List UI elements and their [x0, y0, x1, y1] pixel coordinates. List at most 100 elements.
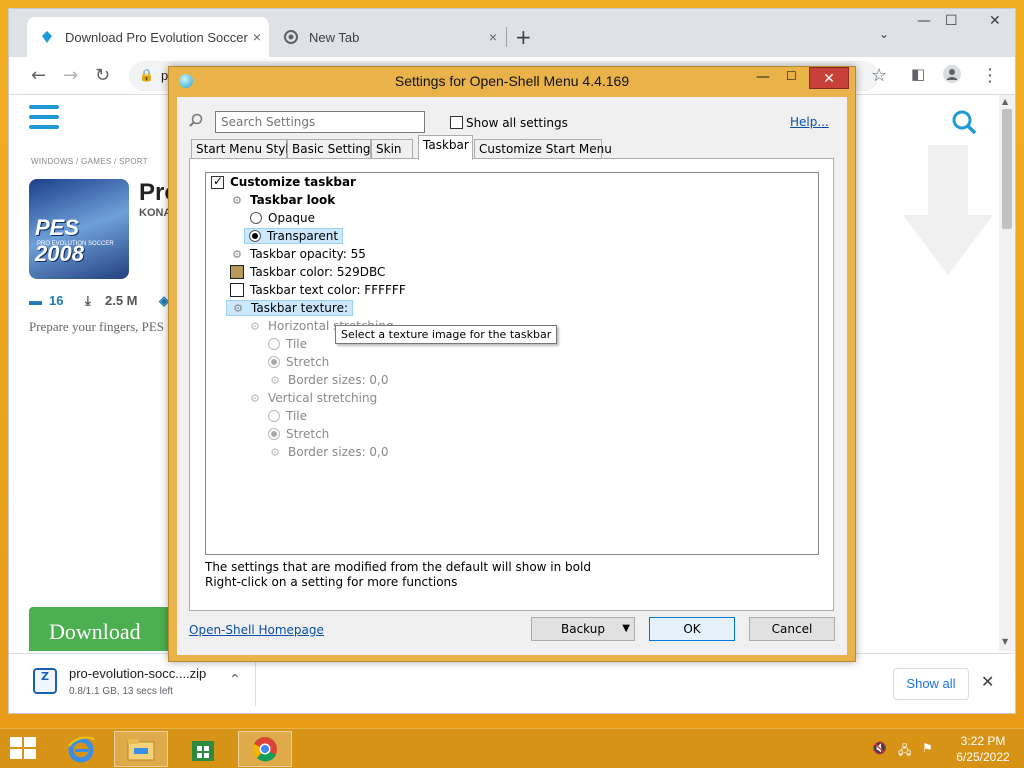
vertical-tile-label: Tile [286, 409, 308, 423]
tab-skin[interactable]: Skin [371, 139, 413, 159]
windows-logo-pane [24, 749, 36, 759]
taskbar-color-row[interactable]: Taskbar color: 529DBC [230, 263, 385, 281]
checkbox-checked[interactable] [211, 174, 224, 189]
back-icon[interactable]: ← [31, 65, 46, 86]
vertical-stretching-row[interactable]: ⚙ Vertical stretching [248, 389, 377, 407]
system-clock[interactable]: 3:22 PM 6/25/2022 [950, 733, 1016, 765]
hamburger-menu-icon[interactable] [29, 105, 59, 135]
scroll-down-icon[interactable]: ▼ [1002, 637, 1008, 646]
dialog-body: Show all settings Help... Start Menu Sty… [177, 97, 847, 655]
setting-gear-icon: ⚙ [250, 319, 260, 333]
radio-unselected[interactable] [268, 410, 280, 422]
forward-icon[interactable]: → [63, 65, 78, 86]
show-all-settings-checkbox[interactable]: Show all settings [447, 115, 568, 130]
opaque-radio[interactable]: Opaque [250, 209, 315, 227]
bold-settings-note: The settings that are modified from the … [205, 560, 591, 574]
horizontal-stretch-radio[interactable]: Stretch [268, 353, 329, 371]
download-item[interactable]: Z pro-evolution-socc....zip 0.8/1.1 GB, … [33, 662, 253, 706]
tab-search-icon[interactable]: ⌄ [879, 27, 889, 41]
taskbar-text-color-swatch[interactable] [230, 283, 244, 297]
tab-customize-start-menu[interactable]: Customize Start Menu [474, 139, 612, 159]
window-close-icon[interactable]: ✕ [989, 13, 1001, 29]
setting-gear-icon: ⚙ [270, 373, 280, 387]
maximize-icon[interactable]: ☐ [945, 13, 958, 29]
vertical-stretching-label: Vertical stretching [268, 391, 378, 405]
side-panel-icon[interactable]: ◧ [911, 65, 925, 83]
selection-highlight: Transparent [244, 228, 344, 244]
open-shell-homepage-link[interactable]: Open-Shell Homepage [189, 623, 324, 637]
tab-close-icon[interactable]: × [489, 29, 497, 45]
site-search-icon[interactable] [951, 109, 977, 142]
horizontal-tile-label: Tile [286, 337, 308, 351]
tab-new-tab[interactable]: New Tab × [271, 17, 505, 57]
action-center-icon[interactable]: ⚑ [922, 741, 933, 755]
tab-basic-settings[interactable]: Basic Settings [287, 139, 377, 159]
radio-selected[interactable] [268, 428, 280, 440]
tab-download-pes[interactable]: Download Pro Evolution Soccer 2 × [27, 17, 269, 57]
search-settings-input[interactable] [215, 111, 425, 133]
reload-icon[interactable]: ↻ [95, 65, 110, 86]
help-link[interactable]: Help... [790, 115, 829, 129]
tab-close-icon[interactable]: × [253, 29, 261, 45]
browser-menu-icon[interactable]: ⋮ [981, 65, 999, 86]
minimize-icon[interactable]: — [917, 13, 931, 29]
chrome-taskbar-icon[interactable] [238, 731, 292, 767]
scroll-up-icon[interactable]: ▲ [1002, 97, 1008, 106]
radio-unselected[interactable] [250, 212, 262, 224]
checkbox-unchecked[interactable] [450, 116, 463, 129]
tab-start-menu-style[interactable]: Start Menu Style [191, 139, 296, 159]
windows-logo-pane [10, 749, 22, 759]
tab-taskbar[interactable]: Taskbar [418, 135, 473, 160]
clock-date: 6/25/2022 [956, 750, 1010, 764]
comments-icon[interactable]: ▬ [29, 293, 42, 308]
comments-count[interactable]: 16 [49, 293, 63, 308]
dialog-title: Settings for Open-Shell Menu 4.4.169 [394, 73, 630, 89]
taskbar-opacity-row[interactable]: ⚙ Taskbar opacity: 55 [230, 245, 366, 263]
radio-selected[interactable] [268, 356, 280, 368]
vertical-border-sizes-row[interactable]: ⚙ Border sizes: 0,0 [268, 443, 388, 461]
chrome-favicon-icon [283, 29, 299, 45]
dialog-close-button[interactable]: ✕ [809, 67, 849, 89]
ok-button[interactable]: OK [649, 617, 735, 641]
bookmark-star-icon[interactable]: ☆ [871, 65, 887, 86]
vertical-tile-radio[interactable]: Tile [268, 407, 307, 425]
profile-avatar-icon[interactable] [943, 65, 961, 88]
game-thumbnail[interactable]: PES 2008 PRO EVOLUTION SOCCER [29, 179, 129, 279]
radio-unselected[interactable] [268, 338, 280, 350]
network-icon[interactable]: 🖧 [898, 741, 911, 762]
breadcrumb[interactable]: WINDOWS / GAMES / SPORT [31, 157, 148, 166]
new-tab-button[interactable]: + [515, 25, 532, 49]
taskbar-texture-row[interactable]: ⚙ Taskbar texture: [226, 299, 354, 317]
taskbar-color-swatch[interactable] [230, 265, 244, 279]
backup-button[interactable]: Backup ▼ [531, 617, 635, 641]
close-download-shelf-icon[interactable]: ✕ [981, 672, 994, 691]
texture-tooltip: Select a texture image for the taskbar [335, 325, 558, 344]
dialog-minimize-icon[interactable]: — [756, 69, 770, 85]
radio-selected[interactable] [249, 230, 261, 242]
taskbar-texture-label: Taskbar texture: [251, 301, 349, 315]
show-all-downloads-button[interactable]: Show all [893, 668, 969, 700]
vertical-stretch-radio[interactable]: Stretch [268, 425, 329, 443]
settings-dialog: Settings for Open-Shell Menu 4.4.169 — ☐… [168, 66, 856, 662]
customize-taskbar-row[interactable]: Customize taskbar [211, 173, 356, 191]
chevron-up-icon[interactable]: ⌃ [229, 672, 241, 688]
taskbar-text-color-row[interactable]: Taskbar text color: FFFFFF [230, 281, 406, 299]
horizontal-border-sizes-row[interactable]: ⚙ Border sizes: 0,0 [268, 371, 388, 389]
internet-explorer-icon[interactable] [54, 731, 108, 767]
transparent-radio[interactable]: Transparent [244, 227, 344, 245]
download-button-label: Download [49, 619, 141, 644]
page-scrollbar[interactable]: ▲ ▼ [999, 95, 1015, 651]
horizontal-tile-radio[interactable]: Tile [268, 335, 307, 353]
taskbar-look-row[interactable]: ⚙ Taskbar look [230, 191, 335, 209]
dialog-titlebar[interactable]: Settings for Open-Shell Menu 4.4.169 — ☐… [169, 67, 855, 95]
store-icon[interactable] [176, 731, 230, 767]
taskbar-opacity-label: Taskbar opacity: 55 [250, 247, 366, 261]
cancel-button[interactable]: Cancel [749, 617, 835, 641]
dropdown-arrow-icon: ▼ [622, 623, 630, 634]
volume-muted-icon[interactable]: 🔇 [872, 741, 887, 755]
file-explorer-icon[interactable] [114, 731, 168, 767]
developer-name[interactable]: KONA [139, 207, 171, 219]
scrollbar-thumb[interactable] [1002, 109, 1012, 229]
start-button[interactable] [10, 737, 38, 761]
dialog-maximize-icon[interactable]: ☐ [786, 69, 797, 83]
